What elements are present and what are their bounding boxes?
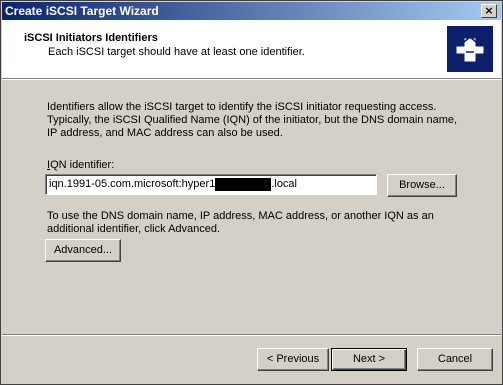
wizard-window: Create iSCSI Target Wizard × iSCSI Initi…: [0, 0, 503, 385]
close-icon: ×: [484, 4, 494, 17]
cancel-button[interactable]: Cancel: [417, 348, 493, 371]
page-title: iSCSI Initiators Identifiers: [24, 32, 158, 44]
title-bar[interactable]: Create iSCSI Target Wizard ×: [2, 2, 501, 20]
previous-button[interactable]: < Previous: [257, 348, 329, 371]
wizard-puzzle-icon: [447, 26, 493, 72]
iqn-value-prefix: iqn.1991-05.com.microsoft:hyper1: [49, 178, 216, 190]
page-subtitle: Each iSCSI target should have at least o…: [48, 46, 305, 58]
window-title: Create iSCSI Target Wizard: [5, 4, 159, 18]
header-divider: [2, 78, 501, 80]
advanced-button[interactable]: Advanced...: [45, 239, 121, 262]
description-text: Identifiers allow the iSCSI target to id…: [47, 101, 458, 139]
redaction-block: [215, 178, 272, 191]
close-button[interactable]: ×: [481, 4, 497, 18]
iqn-label: IQN identifier:: [47, 159, 115, 171]
iqn-value-suffix: .local: [271, 178, 297, 190]
browse-button[interactable]: Browse...: [387, 174, 457, 197]
iqn-input[interactable]: iqn.1991-05.com.microsoft:hyper1 .local: [45, 174, 377, 195]
next-button[interactable]: Next >: [331, 348, 407, 371]
footer-divider: [2, 334, 501, 336]
advanced-help-text: To use the DNS domain name, IP address, …: [47, 210, 434, 235]
wizard-header: iSCSI Initiators Identifiers Each iSCSI …: [2, 20, 501, 78]
